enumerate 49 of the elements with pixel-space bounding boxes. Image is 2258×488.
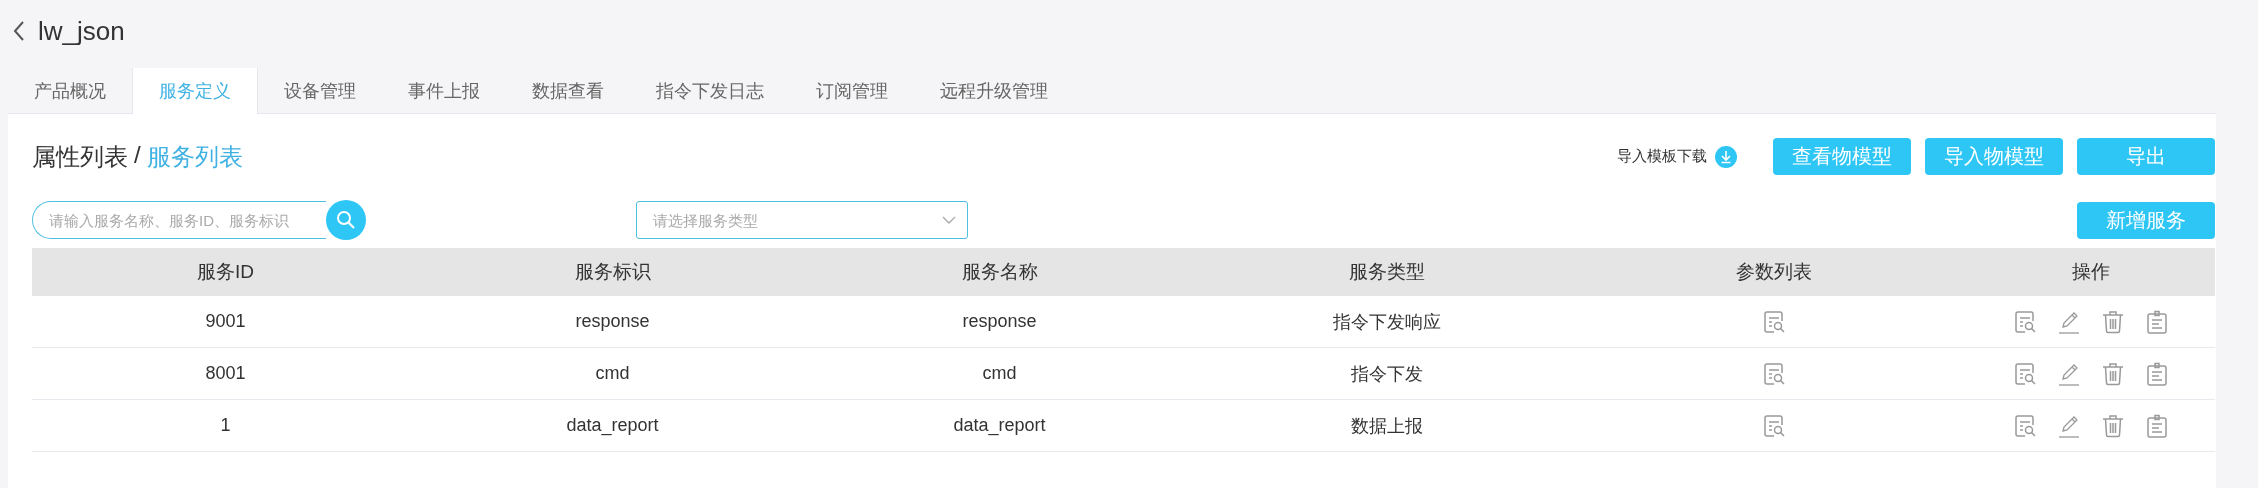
table-cell-text: cmd	[981, 363, 1018, 384]
column-header: 服务ID	[196, 260, 255, 284]
trash-icon[interactable]	[2101, 361, 2125, 386]
table-cell-text: 1	[219, 415, 232, 436]
breadcrumb-item[interactable]: 属性列表	[32, 140, 128, 173]
breadcrumb-current: 服务列表	[146, 141, 243, 172]
list-search-icon[interactable]	[2013, 413, 2037, 438]
service-type-select[interactable]: 请选择服务类型	[636, 201, 968, 239]
search-field[interactable]: 请输入服务名称、服务ID、服务标识	[32, 201, 326, 239]
chevron-icon	[942, 215, 956, 225]
column-header: 参数列表	[1734, 260, 1813, 284]
tab[interactable]: 事件上报	[382, 68, 506, 113]
table-cell-text: 数据上报	[1349, 414, 1424, 438]
table-cell-text: response	[574, 311, 651, 332]
tab[interactable]: 设备管理	[258, 68, 382, 113]
column-header: 服务类型	[1347, 260, 1426, 284]
table-cell-text: 9001	[204, 311, 247, 332]
search-button[interactable]	[326, 200, 366, 240]
tab[interactable]: 指令下发日志	[630, 68, 790, 113]
column-header: 服务名称	[960, 260, 1039, 284]
list-search-icon[interactable]	[1761, 413, 1786, 438]
trash-icon[interactable]	[2101, 413, 2125, 438]
search-icon	[335, 209, 357, 231]
template-download-link[interactable]: 导入模板下载	[1617, 147, 1707, 166]
tab[interactable]: 订阅管理	[790, 68, 914, 113]
column-header: 操作	[2071, 260, 2111, 284]
column-header: 服务标识	[573, 260, 652, 284]
list-search-icon[interactable]	[1761, 361, 1786, 386]
table-cell-text: data_report	[565, 415, 660, 436]
table-cell-text: 指令下发	[1349, 362, 1424, 386]
tab[interactable]: 远程升级管理	[914, 68, 1074, 113]
breadcrumb-separator: /	[134, 140, 141, 170]
list-search-icon[interactable]	[2013, 361, 2037, 386]
download-icon[interactable]	[1715, 145, 1737, 168]
table-cell-text: data_report	[952, 415, 1047, 436]
table-cell-text: 指令下发响应	[1331, 310, 1442, 334]
tab[interactable]: 产品概况	[8, 68, 132, 113]
table-cell-text: response	[961, 311, 1038, 332]
table-cell-text: cmd	[594, 363, 631, 384]
back-icon[interactable]	[12, 20, 26, 42]
clipboard-icon[interactable]	[2145, 309, 2169, 334]
clipboard-icon[interactable]	[2145, 361, 2169, 386]
trash-icon[interactable]	[2101, 309, 2125, 334]
table-cell-text: 8001	[204, 363, 247, 384]
list-search-icon[interactable]	[2013, 309, 2037, 334]
list-search-icon[interactable]	[1761, 309, 1786, 334]
tab[interactable]: 数据查看	[506, 68, 630, 113]
clipboard-icon[interactable]	[2145, 413, 2169, 438]
page-title: lw_json	[38, 15, 125, 47]
